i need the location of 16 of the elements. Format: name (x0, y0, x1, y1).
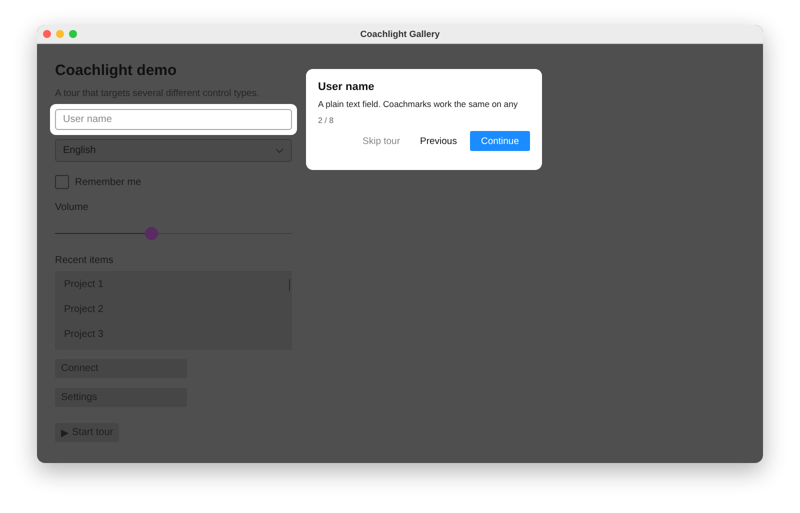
skip-tour-button[interactable]: Skip tour (356, 131, 407, 151)
close-icon[interactable] (43, 30, 51, 38)
maximize-icon[interactable] (69, 30, 77, 38)
window-title: Coachlight Gallery (360, 29, 440, 39)
remember-checkbox[interactable] (55, 175, 69, 189)
coachmark-title: User name (318, 81, 376, 93)
slider-thumb[interactable] (144, 226, 158, 240)
coachmark-text: A plain text field. Coachmarks work the same on any (318, 99, 519, 109)
volume-slider[interactable] (55, 226, 292, 240)
username-field[interactable]: User name (55, 109, 292, 130)
previous-button[interactable]: Previous (413, 131, 464, 151)
chevron-down-icon (275, 148, 284, 154)
continue-button[interactable]: Continue (470, 131, 530, 151)
step-counter: 2 / 8 (318, 116, 335, 125)
minimize-icon[interactable] (56, 30, 64, 38)
page-heading: Coachlight demo (55, 62, 178, 79)
